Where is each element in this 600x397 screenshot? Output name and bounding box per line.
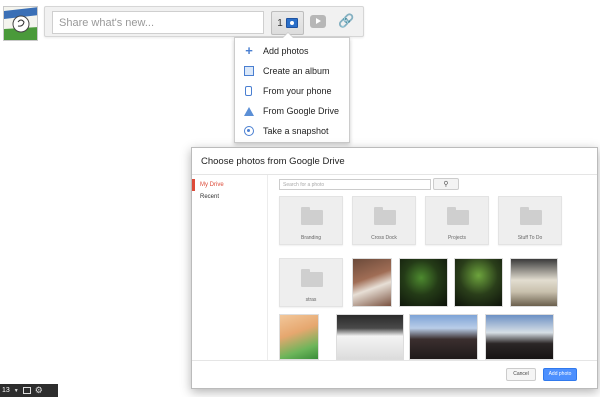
folder-tile[interactable]: Branding <box>279 196 343 245</box>
photo-thumbnail[interactable] <box>485 314 554 360</box>
link-icon[interactable]: 🔗 <box>338 13 354 29</box>
menu-item-label: From your phone <box>263 86 332 96</box>
drive-icon <box>244 106 254 116</box>
avatar[interactable] <box>3 6 38 41</box>
phone-icon <box>245 86 252 96</box>
photo-thumbnail[interactable] <box>399 258 448 307</box>
folder-label: Projects <box>447 235 467 241</box>
add-photos-menu: + Add photos Create an album From your p… <box>234 32 351 143</box>
dialog-title: Choose photos from Google Drive <box>201 156 345 167</box>
divider <box>267 175 268 360</box>
notification-count[interactable]: 13 <box>2 387 10 394</box>
photo-thumbnail[interactable] <box>510 258 558 307</box>
menu-item-create-album[interactable]: Create an album <box>235 61 351 81</box>
menu-item-add-photos[interactable]: + Add photos <box>235 41 351 61</box>
drive-picker-dialog: Choose photos from Google Drive My Drive… <box>191 147 598 389</box>
menu-item-label: Create an album <box>263 66 330 76</box>
share-input[interactable] <box>52 11 264 34</box>
photo-thumbnail[interactable] <box>409 314 478 360</box>
photo-thumbnail[interactable] <box>454 258 503 307</box>
folder-tile[interactable]: stras <box>279 258 343 307</box>
search-button[interactable]: ⚲ <box>433 178 459 190</box>
photo-thumbnail[interactable] <box>336 314 404 360</box>
cancel-button[interactable]: Cancel <box>506 368 536 381</box>
add-photo-button[interactable]: Add photo <box>543 368 577 381</box>
folder-icon <box>374 207 396 225</box>
search-icon: ⚲ <box>443 181 449 188</box>
window-icon[interactable] <box>22 387 31 394</box>
menu-item-label: From Google Drive <box>263 106 340 116</box>
folder-icon <box>520 207 542 225</box>
folder-tile[interactable]: Projects <box>425 196 489 245</box>
menu-item-snapshot[interactable]: Take a snapshot <box>235 121 351 141</box>
folder-tile[interactable]: Stuff To Do <box>498 196 562 245</box>
camera-icon <box>285 18 298 28</box>
folder-label: Stuff To Do <box>517 235 543 241</box>
folder-label: Cross Dock <box>371 235 397 241</box>
folder-label: Branding <box>300 235 321 241</box>
menu-item-from-phone[interactable]: From your phone <box>235 81 351 101</box>
nav-my-drive[interactable]: My Drive <box>192 179 224 191</box>
plus-icon: + <box>245 43 253 58</box>
menu-item-from-drive[interactable]: From Google Drive <box>235 101 351 121</box>
snapshot-icon <box>244 126 254 136</box>
divider <box>192 174 597 175</box>
photo-thumbnail[interactable] <box>352 258 392 307</box>
menu-item-label: Take a snapshot <box>263 126 329 136</box>
folder-icon <box>447 207 469 225</box>
photo-thumbnail[interactable] <box>279 314 319 360</box>
bottom-toolbar: 13 ▼ ⚙ <box>0 384 58 397</box>
gear-icon[interactable]: ⚙ <box>35 386 43 395</box>
menu-item-label: Add photos <box>263 46 309 56</box>
album-icon <box>244 66 254 76</box>
photo-count: 1 <box>277 17 283 29</box>
folder-icon <box>301 269 323 287</box>
folder-tile[interactable]: Cross Dock <box>352 196 416 245</box>
folder-label: stras <box>305 297 317 303</box>
folder-icon <box>301 207 323 225</box>
nav-recent[interactable]: Recent <box>200 191 219 203</box>
photo-search-input[interactable] <box>279 179 431 190</box>
divider <box>192 360 597 361</box>
chevron-down-icon[interactable]: ▼ <box>14 388 19 394</box>
video-button[interactable] <box>310 15 326 28</box>
